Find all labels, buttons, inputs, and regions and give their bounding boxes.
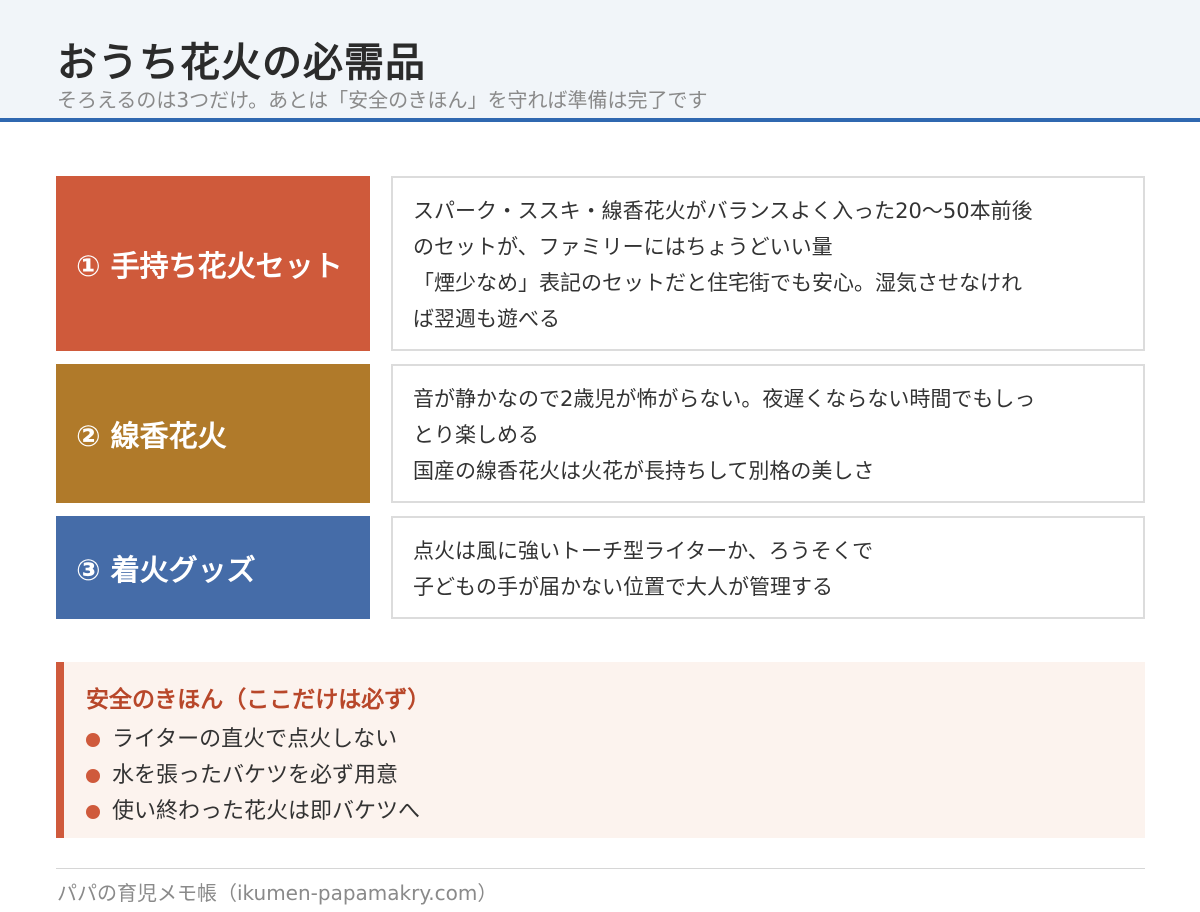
bullet-dot-icon [86, 805, 100, 819]
item-description-senko-hanabi: 音が静かなので2歳児が怖がらない。夜遅くならない時間でもしっ とり楽しめる 国産… [391, 364, 1145, 503]
safety-item-text: ライターの直火で点火しない [112, 727, 398, 752]
header-banner: おうち花火の必需品 そろえるのは3つだけ。あとは「安全のきほん」を守れば準備は完… [0, 0, 1200, 122]
description-line: 「煙少なめ」表記のセットだと住宅街でも安心。湿気させなけれ [413, 271, 1022, 295]
description-line: 国産の線香花火は火花が長持ちして別格の美しさ [413, 459, 875, 483]
footer-divider [56, 868, 1145, 869]
footer-credit: パパの育児メモ帳（ikumen-papamakry.com） [57, 881, 498, 905]
description-line: ば翌週も遊べる [413, 307, 560, 331]
item-description-handheld-fireworks: スパーク・ススキ・線香花火がバランスよく入った20〜50本前後 のセットが、ファ… [391, 176, 1145, 351]
description-line: とり楽しめる [413, 423, 539, 447]
item-label-senko-hanabi: ② 線香花火 [56, 364, 370, 503]
item-label-handheld-fireworks: ① 手持ち花火セット [56, 176, 370, 351]
description-line: のセットが、ファミリーにはちょうどいい量 [413, 235, 833, 259]
safety-title: 安全のきほん（ここだけは必ず） [86, 687, 431, 713]
page-title: おうち花火の必需品 [57, 40, 426, 86]
safety-box: 安全のきほん（ここだけは必ず） ライターの直火で点火しない 水を張ったバケツを必… [56, 662, 1145, 838]
item-description-ignition-goods: 点火は風に強いトーチ型ライターか、ろうそくで 子どもの手が届かない位置で大人が管… [391, 516, 1145, 619]
bullet-dot-icon [86, 733, 100, 747]
description-line: 子どもの手が届かない位置で大人が管理する [413, 575, 833, 599]
safety-item-text: 水を張ったバケツを必ず用意 [112, 763, 399, 788]
item-label-ignition-goods: ③ 着火グッズ [56, 516, 370, 619]
safety-list-item: ライターの直火で点火しない [86, 722, 1145, 758]
page-subtitle: そろえるのは3つだけ。あとは「安全のきほん」を守れば準備は完了です [57, 88, 708, 112]
description-line: 点火は風に強いトーチ型ライターか、ろうそくで [413, 539, 874, 563]
safety-item-text: 使い終わった花火は即バケツへ [112, 799, 421, 824]
description-line: スパーク・ススキ・線香花火がバランスよく入った20〜50本前後 [413, 199, 1033, 223]
bullet-dot-icon [86, 769, 100, 783]
safety-list-item: 水を張ったバケツを必ず用意 [86, 758, 1145, 794]
safety-list-item: 使い終わった花火は即バケツへ [86, 794, 1145, 830]
description-line: 音が静かなので2歳児が怖がらない。夜遅くならない時間でもしっ [413, 387, 1036, 411]
safety-list: ライターの直火で点火しない 水を張ったバケツを必ず用意 使い終わった花火は即バケ… [86, 722, 1145, 830]
